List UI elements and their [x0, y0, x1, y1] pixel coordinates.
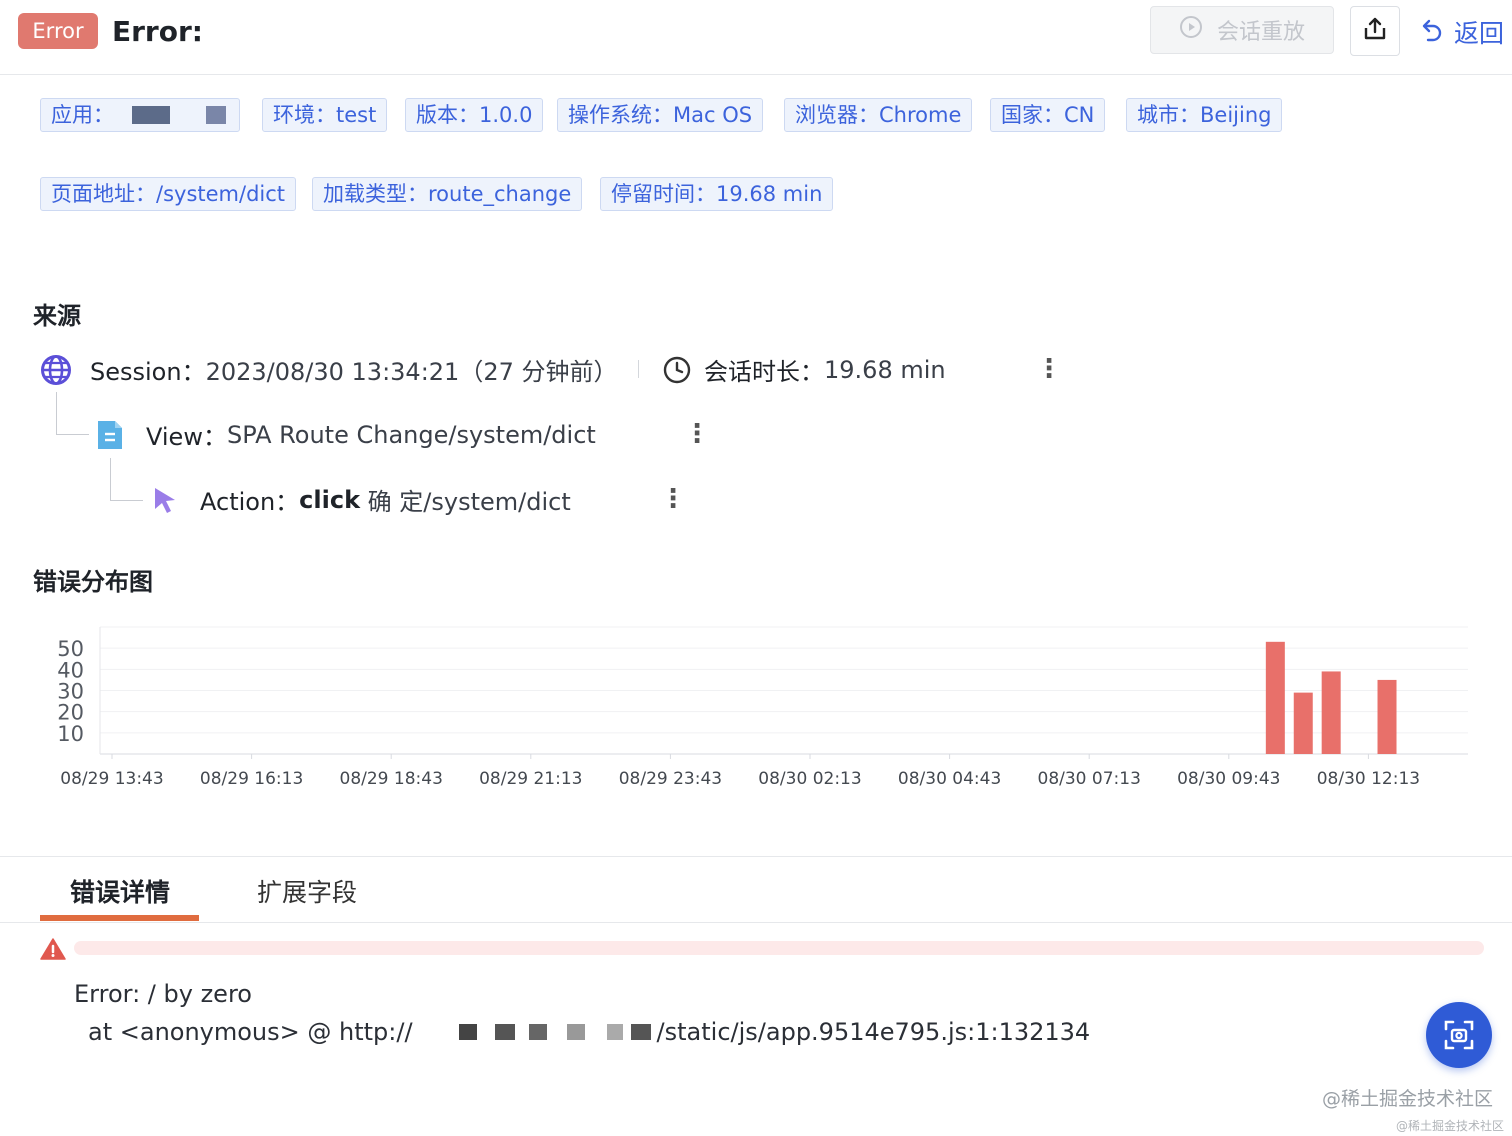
x-tick-label: 08/29 13:43 [60, 769, 163, 789]
undo-arrow-icon [1420, 16, 1446, 48]
y-tick-label: 50 [57, 637, 84, 661]
detail-tabs: 错误详情 扩展字段 [0, 856, 1512, 923]
session-duration: 会话时长： 19.68 min [662, 352, 946, 387]
view-more-icon[interactable]: ⋮ [684, 421, 710, 447]
session-row: Session： 2023/08/30 13:34:21（27 分钟前） [40, 352, 618, 387]
page-title: Error: [112, 15, 203, 48]
play-circle-icon [1179, 15, 1203, 45]
tab-extended-fields[interactable]: 扩展字段 [257, 873, 357, 909]
view-value: SPA Route Change/system/dict [226, 420, 596, 449]
action-label: Action： [200, 488, 300, 516]
chart-bar[interactable] [1377, 679, 1397, 754]
stack-suffix: /static/js/app.9514e795.js:1:132134 [656, 1018, 1091, 1046]
y-tick-label: 20 [57, 701, 84, 725]
chart-bar[interactable] [1265, 641, 1285, 754]
tree-connector [110, 458, 143, 501]
tag-app-label: 应用： [51, 103, 114, 127]
x-tick-label: 08/30 02:13 [758, 769, 861, 789]
view-row: View： SPA Route Change/system/dict [96, 417, 596, 452]
warning-icon [40, 937, 66, 965]
y-tick-label: 40 [57, 658, 84, 682]
error-distribution-chart: 1020304050 08/29 13:43 08/29 16:13 08/29 1… [57, 626, 1468, 789]
action-row: Action： click 确 定/system/dict [152, 482, 571, 517]
chart-x-ticks: 08/29 13:43 08/29 16:13 08/29 18:43 08/29 2… [60, 754, 1420, 789]
chart-y-ticks: 1020304050 [57, 637, 84, 746]
x-tick-label: 08/29 23:43 [619, 769, 722, 789]
duration-label: 会话时长： [704, 358, 824, 386]
x-tick-label: 08/29 21:13 [479, 769, 582, 789]
chart-grid [99, 626, 1468, 755]
x-tick-label: 08/30 09:43 [1177, 769, 1280, 789]
redacted-block [132, 106, 170, 124]
y-tick-label: 10 [57, 722, 84, 746]
screenshot-button[interactable] [1426, 1002, 1492, 1068]
tag-city: 城市：Beijing [1126, 98, 1283, 132]
active-tab-indicator [40, 915, 199, 921]
session-label: Session： [90, 358, 206, 386]
error-message: Error: / by zero [74, 980, 252, 1008]
tag-browser: 浏览器：Chrome [784, 98, 973, 132]
tag-environment: 环境：test [262, 98, 388, 132]
y-tick-label: 30 [57, 680, 84, 704]
action-value: 确 定/system/dict [360, 488, 571, 516]
chart-bars [1265, 641, 1397, 754]
tag-stay-time: 停留时间：19.68 min [600, 177, 834, 211]
back-link[interactable]: 返回 [1420, 14, 1504, 50]
tag-os: 操作系统：Mac OS [557, 98, 764, 132]
globe-icon [40, 354, 72, 386]
clock-icon [662, 355, 692, 385]
x-tick-label: 08/29 18:43 [340, 769, 443, 789]
chart-title: 错误分布图 [33, 568, 153, 596]
page-header: Error Error: 会话重放 返回 [0, 0, 1512, 75]
document-icon [96, 419, 124, 451]
action-type: click [299, 485, 361, 514]
scan-camera-icon [1443, 1019, 1475, 1051]
chart-bar[interactable] [1293, 692, 1313, 754]
tag-country: 国家：CN [990, 98, 1106, 132]
cursor-icon [152, 485, 178, 515]
tag-version: 版本：1.0.0 [405, 98, 544, 132]
session-replay-label: 会话重放 [1216, 20, 1305, 45]
share-icon [1362, 16, 1388, 46]
x-tick-label: 08/30 04:43 [898, 769, 1001, 789]
tag-app: 应用： [40, 98, 240, 132]
stack-prefix: at <anonymous> @ http:// [88, 1018, 413, 1046]
tag-page-url: 页面地址：/system/dict [40, 177, 297, 211]
session-more-icon[interactable]: ⋮ [1036, 356, 1062, 382]
chart-bar[interactable] [1321, 671, 1341, 754]
tab-error-detail[interactable]: 错误详情 [70, 873, 170, 909]
watermark-small: @稀土掘金技术社区 [1396, 1119, 1505, 1133]
tag-load-type: 加载类型：route_change [312, 177, 583, 211]
divider [638, 360, 639, 378]
x-tick-label: 08/30 07:13 [1038, 769, 1141, 789]
share-button[interactable] [1350, 6, 1400, 56]
back-label: 返回 [1454, 19, 1505, 48]
duration-value: 19.68 min [824, 355, 946, 384]
redacted-host [458, 1024, 651, 1040]
session-replay-button[interactable]: 会话重放 [1150, 6, 1334, 54]
tree-connector [56, 392, 89, 435]
source-title: 来源 [33, 302, 81, 330]
action-more-icon[interactable]: ⋮ [660, 486, 686, 512]
x-tick-label: 08/30 12:13 [1317, 769, 1420, 789]
error-stack-line: at <anonymous> @ http:// /static/js/app.… [88, 1018, 1090, 1046]
x-tick-label: 08/29 16:13 [200, 769, 303, 789]
error-badge: Error [18, 13, 98, 49]
error-message-bar [74, 941, 1484, 955]
view-label: View： [146, 423, 227, 451]
watermark: @稀土掘金技术社区 [1322, 1088, 1494, 1110]
redacted-block [206, 106, 226, 124]
session-time: 2023/08/30 13:34:21（27 分钟前） [205, 358, 618, 386]
